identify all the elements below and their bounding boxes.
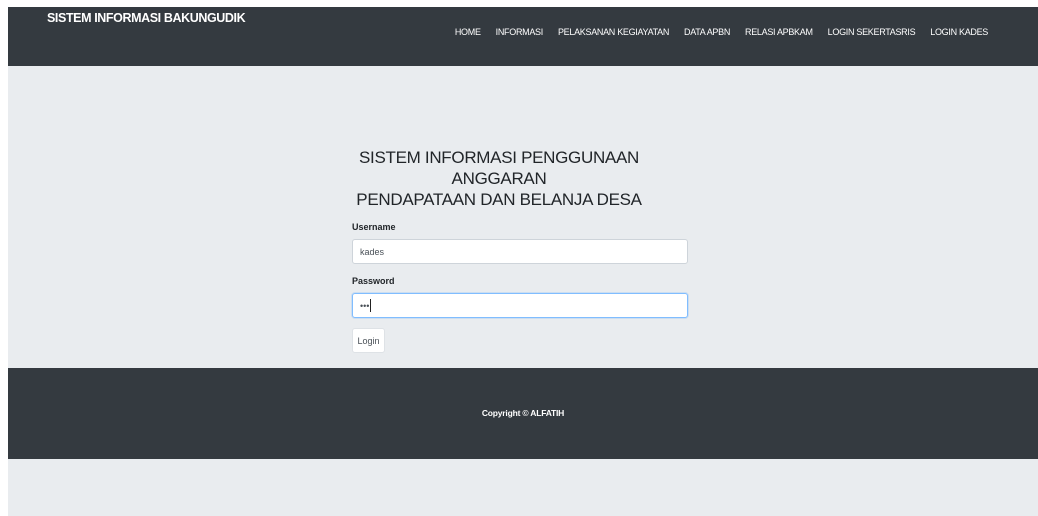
hero-section: SISTEM INFORMASI PENGGUNAAN ANGGARAN PEN… — [8, 66, 1038, 368]
copyright-text: Copyright © ALFATIH — [481, 408, 565, 418]
nav-link-login-sekertasris[interactable]: LOGIN SEKERTASRIS — [828, 27, 916, 37]
login-form: SISTEM INFORMASI PENGGUNAAN ANGGARAN PEN… — [352, 147, 688, 353]
login-button[interactable]: Login — [352, 328, 385, 353]
password-label: Password — [352, 276, 395, 286]
footer: Copyright © ALFATIH — [8, 368, 1038, 459]
username-input[interactable]: kades — [352, 239, 688, 264]
brand-link[interactable]: SISTEM INFORMASI BAKUNGUDIK — [47, 11, 246, 25]
username-value: kades — [360, 246, 385, 257]
nav-link-login-kades[interactable]: LOGIN KADES — [930, 27, 988, 37]
password-input[interactable]: ••• — [352, 293, 688, 318]
username-label: Username — [352, 222, 396, 232]
top-navbar: SISTEM INFORMASI BAKUNGUDIK HOME INFORMA… — [8, 7, 1038, 66]
nav-link-home[interactable]: HOME — [455, 27, 481, 37]
form-title-line2: PENDAPATAAN DAN BELANJA DESA — [356, 190, 642, 209]
text-caret — [370, 299, 372, 312]
password-value: ••• — [360, 300, 370, 311]
nav-link-informasi[interactable]: INFORMASI — [496, 27, 544, 37]
nav-link-relasi-apbkam[interactable]: RELASI APBKAM — [745, 27, 813, 37]
nav-link-pelaksanan-kegiayatan[interactable]: PELAKSANAN KEGIAYATAN — [558, 27, 669, 37]
nav-link-data-apbn[interactable]: DATA APBN — [684, 27, 730, 37]
page-frame: SISTEM INFORMASI BAKUNGUDIK HOME INFORMA… — [8, 7, 1038, 516]
form-title: SISTEM INFORMASI PENGGUNAAN ANGGARAN PEN… — [354, 147, 644, 210]
nav-links: HOME INFORMASI PELAKSANAN KEGIAYATAN DAT… — [455, 27, 988, 37]
form-title-line1: SISTEM INFORMASI PENGGUNAAN ANGGARAN — [359, 148, 639, 188]
